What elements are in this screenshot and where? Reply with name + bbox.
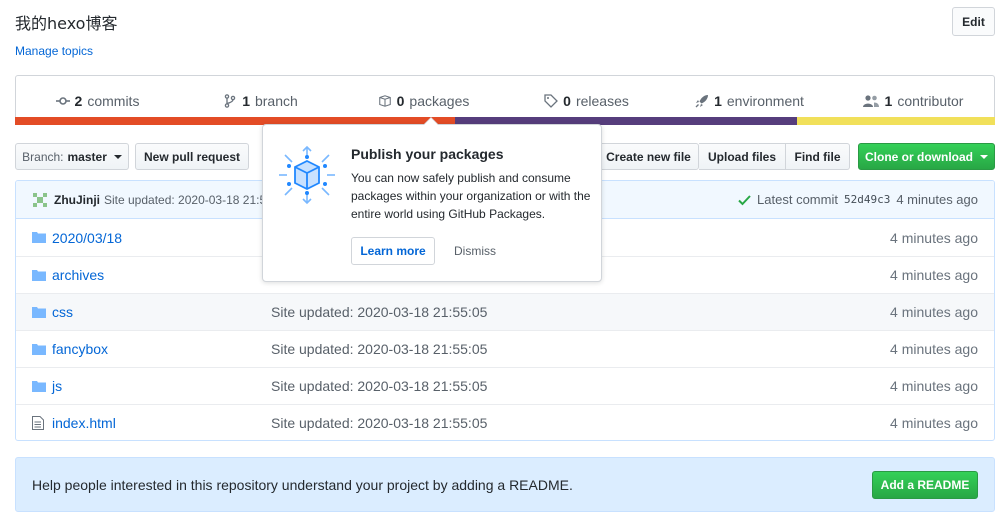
readme-prompt: Help people interested in this repositor… [15,457,995,512]
file-commit-message[interactable]: Site updated: 2020-03-18 21:55:05 [271,341,487,357]
folder-icon [32,232,46,243]
check-icon [738,194,751,205]
popover-title: Publish your packages [351,146,504,162]
latest-commit-label: Latest commit [757,192,838,207]
file-commit-message[interactable]: Site updated: 2020-03-18 21:55:05 [271,304,487,320]
releases-count: 0 [563,92,571,109]
folder-icon [32,381,46,392]
popover-text: You can now safely publish and consume p… [351,171,591,221]
file-age: 4 minutes ago [890,229,978,246]
repo-description: 我的hexo博客 [15,14,118,33]
commit-message[interactable]: Site updated: 2020-03-18 21:5 [104,193,266,207]
commits-label: commits [87,92,140,109]
dismiss-button[interactable]: Dismiss [454,244,496,258]
contributor-count: 1 [884,92,893,109]
file-age: 4 minutes ago [890,378,978,394]
edit-button[interactable]: Edit [952,7,995,36]
file-name-link[interactable]: fancybox [52,341,108,357]
people-icon [862,94,879,107]
clone-or-download-button[interactable]: Clone or download [858,143,995,170]
find-file-button[interactable]: Find file [786,143,850,170]
create-new-file-button[interactable]: Create new file [598,143,699,170]
file-name-link[interactable]: archives [52,267,104,283]
branch-label: branch [254,92,298,109]
new-pull-request-button[interactable]: New pull request [135,143,249,170]
folder-icon [32,344,46,355]
packages-popover: Publish your packages You can now safely… [262,117,602,282]
file-name-link[interactable]: 2020/03/18 [52,230,122,246]
environment-label: environment [726,92,804,109]
commit-author-link[interactable]: ZhuJinji [54,193,100,207]
packages-count: 0 [396,92,405,109]
file-name-link[interactable]: js [52,378,62,394]
file-age: 4 minutes ago [890,415,978,431]
upload-files-button[interactable]: Upload files [699,143,786,170]
releases-label: releases [575,92,629,109]
branch-count: 1 [242,92,250,109]
folder-icon [32,270,46,281]
chevron-down-icon [113,154,122,159]
packages-illustration-icon [279,145,335,205]
table-row: index.html Site updated: 2020-03-18 21:5… [16,404,994,440]
branch-icon [224,93,236,108]
package-icon [378,94,391,107]
readme-prompt-text: Help people interested in this repositor… [32,476,573,493]
manage-topics-link[interactable]: Manage topics [15,44,93,58]
branch-prefix: Branch: [22,149,64,164]
packages-label: packages [409,92,470,109]
add-readme-button[interactable]: Add a README [872,471,978,499]
language-segment [797,117,995,125]
file-age: 4 minutes ago [890,267,978,283]
history-icon [55,96,70,105]
commits-count: 2 [74,92,83,109]
file-age: 4 minutes ago [890,341,978,357]
learn-more-button[interactable]: Learn more [351,237,435,265]
file-age: 4 minutes ago [890,304,978,320]
avatar[interactable] [32,191,48,208]
latest-commit: Latest commit 52d49c3 4 minutes ago [738,192,978,207]
file-name-link[interactable]: css [52,304,73,320]
contributor-label: contributor [897,92,964,109]
file-name-link[interactable]: index.html [52,415,116,431]
chevron-down-icon [980,154,988,159]
table-row: fancybox Site updated: 2020-03-18 21:55:… [16,330,994,367]
table-row: js Site updated: 2020-03-18 21:55:05 4 m… [16,367,994,404]
rocket-icon [695,94,709,107]
table-row: css Site updated: 2020-03-18 21:55:05 4 … [16,293,994,330]
branch-select-button[interactable]: Branch: master [15,143,129,170]
environment-count: 1 [714,92,722,109]
tag-icon [544,93,559,108]
commit-age: 4 minutes ago [896,192,978,207]
file-icon [32,416,44,430]
clone-label: Clone or download [865,149,973,164]
folder-icon [32,307,46,318]
file-commit-message[interactable]: Site updated: 2020-03-18 21:55:05 [271,415,487,431]
branch-name: master [67,149,107,164]
commit-sha-link[interactable]: 52d49c3 [844,193,890,206]
file-commit-message[interactable]: Site updated: 2020-03-18 21:55:05 [271,378,487,394]
